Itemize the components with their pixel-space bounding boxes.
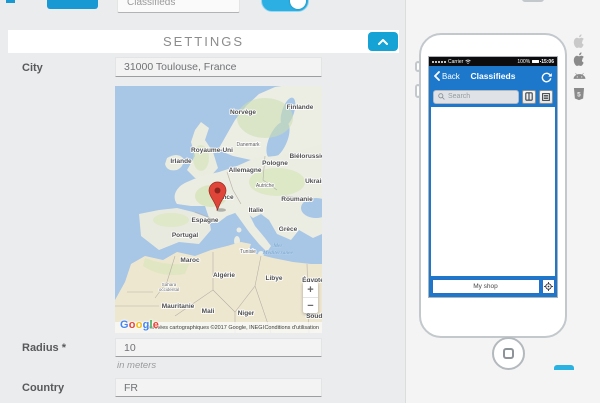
search-icon: [438, 93, 445, 100]
phone-power-button: [522, 0, 544, 2]
google-letter: g: [143, 319, 150, 331]
list-view-icon: [542, 93, 550, 101]
search-placeholder: Search: [448, 93, 470, 100]
collapse-button[interactable]: [368, 32, 398, 51]
list-view-button[interactable]: [539, 90, 553, 104]
google-logo[interactable]: Google: [120, 319, 159, 331]
clock-label: 15:06: [541, 59, 554, 65]
map-attribution: Données cartographiques ©2017 Google, IN…: [146, 325, 264, 331]
home-square-icon: [503, 348, 514, 359]
map-label: Maroc: [180, 257, 200, 264]
map-label: occidental: [159, 287, 179, 292]
phone-screen: Carrier 100% 15:06: [429, 57, 557, 297]
radius-helper-text: in meters: [117, 360, 156, 371]
battery-icon: [532, 60, 539, 64]
refresh-button[interactable]: [541, 70, 552, 88]
cutoff-action-button[interactable]: [554, 365, 574, 370]
map-view-icon: [525, 92, 533, 101]
map-label: Algérie: [213, 272, 235, 279]
phone-page-title: Classifieds: [429, 71, 557, 81]
phone-results-area: [431, 107, 555, 276]
map-label: Danemark: [236, 142, 260, 148]
zoom-in-button[interactable]: +: [303, 282, 318, 297]
toggle-knob: [290, 0, 306, 9]
map-sea-label: Méditerranée: [262, 250, 293, 256]
map-label: Soudan: [306, 313, 322, 320]
top-action-button[interactable]: [47, 0, 98, 9]
map-label: Pologne: [262, 160, 288, 167]
map-label: Tunisie: [240, 249, 256, 255]
html5-label: 5: [577, 91, 581, 98]
geolocate-button[interactable]: [542, 279, 555, 294]
carrier-label: Carrier: [448, 59, 463, 65]
page-name-input[interactable]: [117, 0, 240, 13]
country-label: Country: [22, 382, 64, 394]
map-label: Italie: [249, 207, 264, 214]
map-canvas: Norvège Finlande Danemark Royaume-Uni Ir…: [115, 86, 322, 333]
radius-label: Radius *: [22, 342, 66, 354]
html5-icon[interactable]: 5: [572, 87, 586, 102]
target-icon: [544, 282, 553, 291]
signal-strength-icon: [432, 61, 446, 63]
map-view-button[interactable]: [522, 90, 536, 104]
map-label: Biélorussie: [289, 153, 322, 160]
city-label: City: [22, 62, 43, 74]
country-input[interactable]: [115, 378, 322, 397]
map-label: Mauritanie: [162, 303, 195, 310]
map-label: Ukraine: [305, 178, 322, 185]
settings-header-bar: SETTINGS: [8, 30, 399, 53]
battery-percent: 100%: [517, 59, 530, 65]
phone-mockup: Carrier 100% 15:06: [419, 33, 567, 338]
search-input[interactable]: Search: [433, 90, 519, 104]
phone-home-button[interactable]: [492, 337, 525, 370]
map-label: Royaume-Uni: [191, 147, 233, 154]
map-sea-label: Mer: [272, 243, 283, 249]
phone-navbar: Back Classifieds: [429, 66, 557, 86]
map-zoom-control: + −: [303, 282, 318, 313]
my-shop-button[interactable]: My shop: [432, 279, 540, 294]
google-letter: e: [153, 319, 159, 331]
google-letter: G: [120, 319, 129, 331]
map-label: Roumanie: [281, 196, 313, 203]
android-icon[interactable]: [572, 69, 586, 84]
map-terms-link[interactable]: Conditions d'utilisation: [264, 325, 319, 331]
chevron-up-icon: [378, 39, 388, 45]
map-label: Portugal: [172, 232, 199, 239]
apple-icon[interactable]: [572, 51, 586, 66]
phone-status-bar: Carrier 100% 15:06: [429, 57, 557, 66]
enabled-toggle[interactable]: [261, 0, 309, 12]
platform-switcher-rail: 5: [572, 33, 586, 102]
map-label: Autriche: [256, 183, 275, 189]
app-builder-screen: SETTINGS City: [0, 0, 600, 403]
map-label: Espagne: [191, 217, 218, 224]
map-label: Norvège: [230, 109, 256, 116]
settings-panel: SETTINGS City: [0, 0, 405, 403]
zoom-out-button[interactable]: −: [303, 298, 318, 313]
top-left-button-sliver[interactable]: [6, 0, 15, 3]
map-label: Grèce: [279, 226, 298, 233]
map-label: Irlande: [170, 158, 192, 165]
preview-panel: Carrier 100% 15:06: [405, 0, 600, 403]
wifi-icon: [465, 59, 471, 64]
location-map[interactable]: Norvège Finlande Danemark Royaume-Uni Ir…: [115, 86, 322, 333]
map-label: Finlande: [287, 104, 314, 111]
my-shop-label: My shop: [473, 283, 498, 290]
apple-light-icon[interactable]: [572, 33, 586, 48]
map-label: Niger: [238, 310, 255, 317]
refresh-icon: [541, 72, 552, 83]
google-letter: o: [136, 319, 143, 331]
map-label: Mali: [202, 308, 215, 315]
settings-title: SETTINGS: [8, 30, 399, 53]
city-input[interactable]: [115, 57, 322, 77]
map-label: Libye: [266, 275, 283, 282]
map-label: Allemagne: [229, 167, 262, 174]
google-letter: o: [129, 319, 136, 331]
radius-input[interactable]: [115, 338, 322, 357]
phone-search-row: Search: [429, 86, 557, 107]
phone-footer-bar: My shop: [429, 276, 557, 297]
